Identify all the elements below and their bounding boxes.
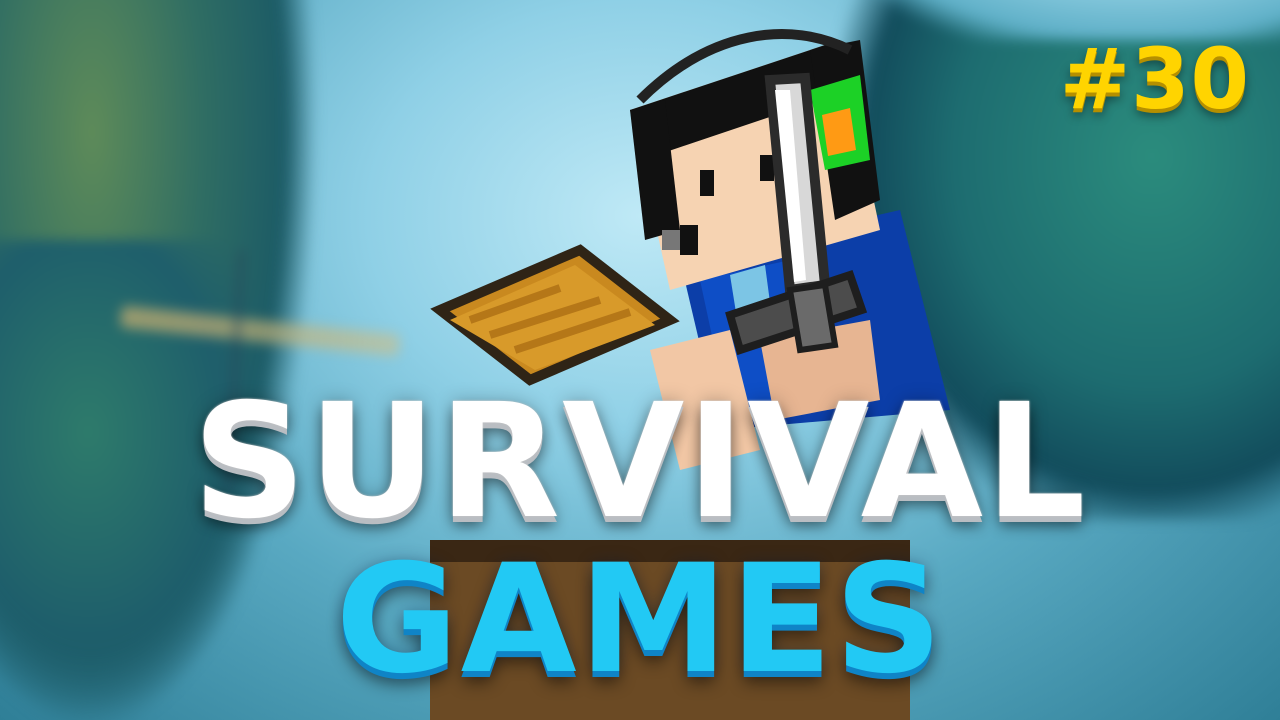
episode-number: #30: [1059, 30, 1250, 128]
title-line-1: SURVIVAL: [192, 370, 1088, 554]
title-line-2: GAMES: [335, 533, 945, 707]
